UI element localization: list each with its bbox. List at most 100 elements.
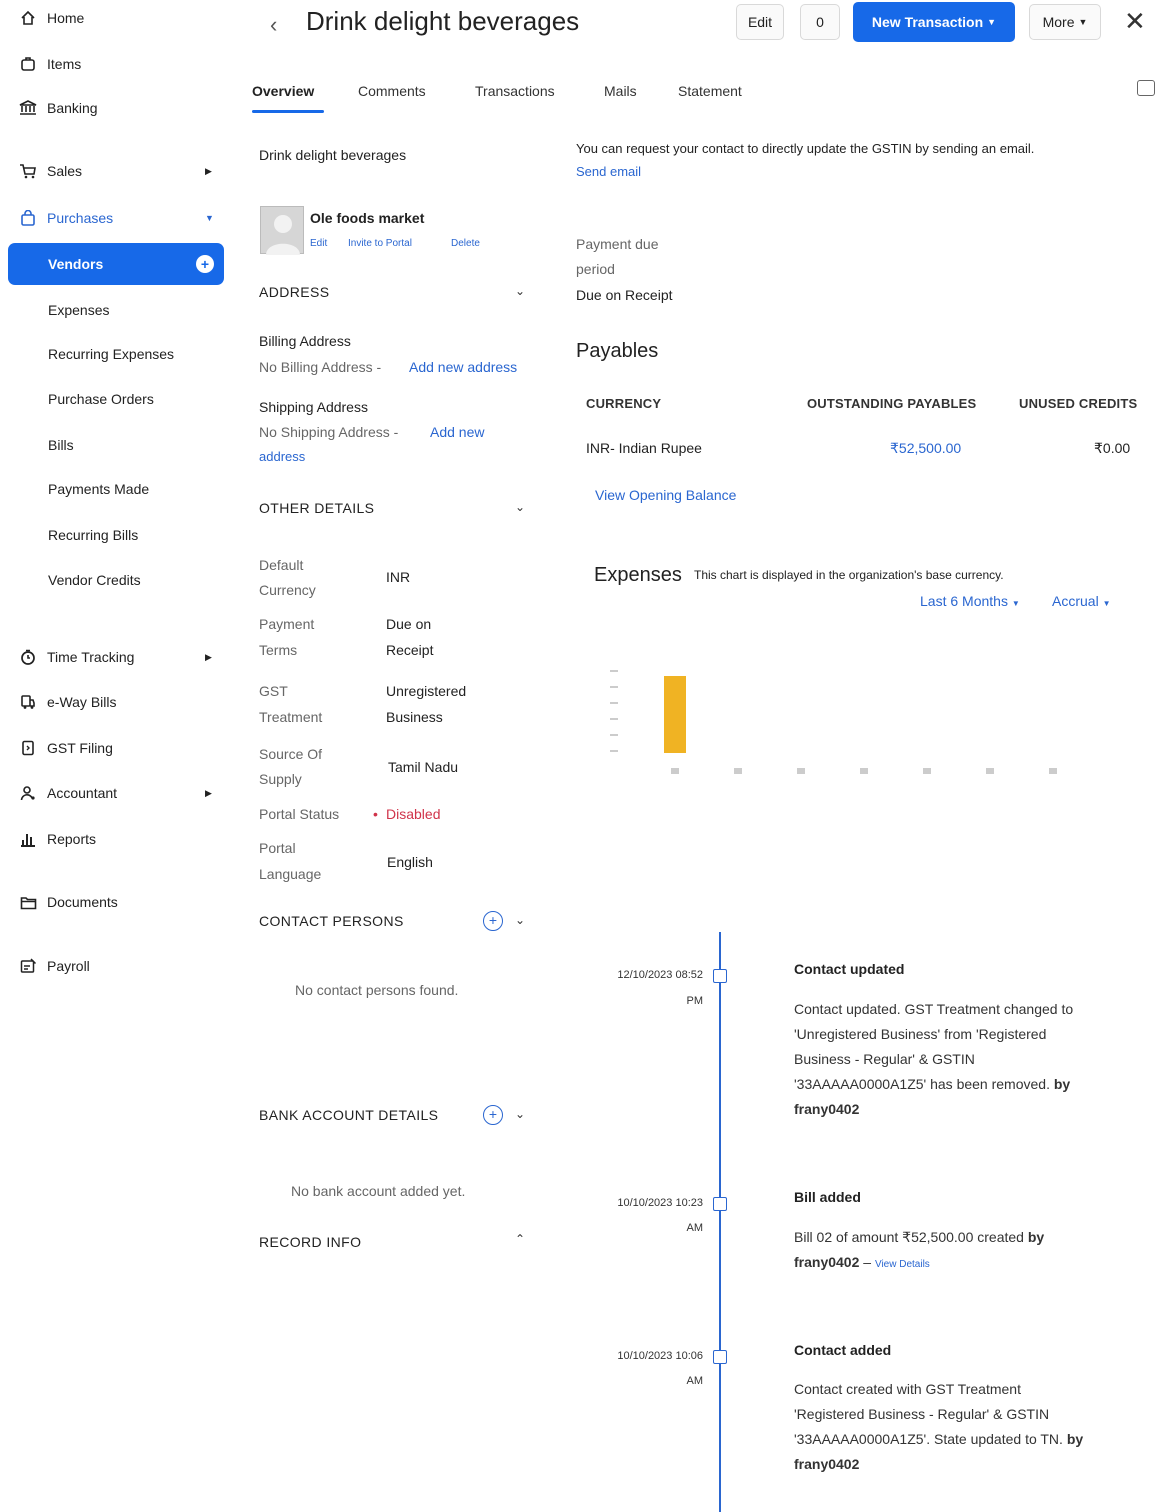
contact-name: Ole foods market: [310, 210, 425, 226]
caret-down-icon: ▼: [1102, 599, 1111, 608]
invite-to-portal-link[interactable]: Invite to Portal: [348, 238, 412, 249]
sidebar-item-reports[interactable]: Reports: [0, 824, 232, 854]
sidebar-item-purchases[interactable]: Purchases ▼: [0, 203, 232, 233]
shipping-address-empty: No Shipping Address -: [259, 424, 399, 440]
portal-status-badge: Disabled: [386, 806, 441, 822]
bag-icon: [18, 208, 38, 228]
timeline-event-icon: [713, 969, 727, 983]
add-shipping-address-link[interactable]: Add new: [430, 424, 484, 440]
tab-overview[interactable]: Overview: [252, 83, 314, 99]
record-info-heading: RECORD INFO: [259, 1234, 362, 1250]
home-icon: [18, 8, 38, 28]
timeline-body: Bill 02 of amount ₹52,500.00 created by …: [794, 1229, 1045, 1270]
chevron-down-icon[interactable]: ⌄: [515, 913, 525, 927]
sidebar-item-accountant[interactable]: Accountant ▶: [0, 778, 232, 808]
timeline-line: [719, 932, 721, 1512]
contact-delete-link[interactable]: Delete: [451, 238, 480, 249]
outstanding-payables-link[interactable]: ₹52,500.00: [890, 440, 961, 457]
sidebar-item-vendors[interactable]: Vendors +: [8, 243, 224, 285]
comment-icon[interactable]: [1137, 80, 1155, 96]
expenses-chart: [610, 670, 1057, 774]
view-details-link[interactable]: View Details: [875, 1259, 930, 1270]
timeline-date: 12/10/2023 08:52: [617, 969, 703, 981]
chevron-up-icon[interactable]: ⌃: [515, 1232, 525, 1246]
sidebar-item-purchase-orders[interactable]: Purchase Orders: [0, 384, 232, 414]
payment-due-label: period: [576, 261, 615, 277]
bank-icon: [18, 98, 38, 118]
tab-mails[interactable]: Mails: [604, 83, 637, 99]
close-icon[interactable]: ✕: [1124, 6, 1146, 37]
sidebar-item-bills[interactable]: Bills: [0, 430, 232, 460]
gstin-notice: You can request your contact to directly…: [576, 141, 1035, 156]
basis-filter-dropdown[interactable]: Accrual ▼: [1052, 593, 1111, 609]
chart-bar[interactable]: [664, 676, 686, 753]
sidebar-item-payroll[interactable]: Payroll: [0, 951, 232, 981]
chevron-down-icon[interactable]: ⌄: [515, 1107, 525, 1121]
column-header-outstanding: OUTSTANDING PAYABLES: [807, 396, 977, 411]
expenses-note: This chart is displayed in the organizat…: [694, 568, 1004, 582]
caret-down-icon: ▼: [1078, 17, 1088, 27]
back-icon[interactable]: ‹: [270, 12, 277, 38]
sidebar-item-recurring-expenses[interactable]: Recurring Expenses: [0, 339, 232, 369]
send-email-link[interactable]: Send email: [576, 164, 641, 179]
sidebar-item-label: Time Tracking: [47, 649, 135, 665]
timeline-event-icon: [713, 1197, 727, 1211]
chevron-down-icon[interactable]: ⌄: [515, 284, 525, 298]
edit-button[interactable]: Edit: [736, 4, 784, 40]
payroll-icon: [18, 956, 38, 976]
sidebar-item-time-tracking[interactable]: Time Tracking ▶: [0, 642, 232, 672]
sidebar: Home Items Banking Sales ▶ Purchases ▼ V…: [0, 0, 232, 1512]
add-bank-account-icon[interactable]: +: [483, 1105, 503, 1125]
timeline-text: Contact updated. GST Treatment changed t…: [794, 1001, 1074, 1092]
payment-terms-value: Receipt: [386, 642, 434, 658]
contact-edit-link[interactable]: Edit: [310, 238, 327, 249]
sidebar-item-gst-filing[interactable]: GST Filing: [0, 733, 232, 763]
detail-label: Payment: [259, 616, 315, 632]
sidebar-item-expenses[interactable]: Expenses: [0, 295, 232, 325]
sidebar-item-payments-made[interactable]: Payments Made: [0, 474, 232, 504]
bank-account-heading: BANK ACCOUNT DETAILS: [259, 1107, 439, 1123]
sidebar-item-banking[interactable]: Banking: [0, 93, 232, 123]
add-billing-address-link[interactable]: Add new address: [409, 359, 517, 375]
sidebar-item-vendor-credits[interactable]: Vendor Credits: [0, 565, 232, 595]
tab-transactions[interactable]: Transactions: [475, 83, 555, 99]
caret-right-icon: ▶: [205, 165, 212, 176]
person-silhouette-icon: [266, 215, 300, 255]
add-contact-person-icon[interactable]: +: [483, 911, 503, 931]
other-details-heading: OTHER DETAILS: [259, 500, 375, 516]
detail-label: Language: [259, 866, 322, 882]
add-shipping-address-link-wrap[interactable]: address: [259, 449, 305, 464]
attachments-button[interactable]: 0: [800, 4, 840, 40]
sidebar-item-recurring-bills[interactable]: Recurring Bills: [0, 520, 232, 550]
sidebar-item-label: Payroll: [47, 958, 90, 974]
payables-heading: Payables: [576, 340, 659, 362]
payables-currency: INR- Indian Rupee: [586, 440, 702, 456]
sidebar-item-sales[interactable]: Sales ▶: [0, 156, 232, 186]
sidebar-item-label: Payments Made: [48, 481, 150, 497]
add-vendor-icon[interactable]: +: [196, 255, 214, 273]
page-title: Drink delight beverages: [306, 6, 580, 36]
payment-terms-value: Due on: [386, 616, 432, 632]
timeline-title: Bill added: [794, 1189, 861, 1205]
period-filter-dropdown[interactable]: Last 6 Months ▼: [920, 593, 1020, 609]
default-currency-value: INR: [386, 569, 411, 585]
new-transaction-button[interactable]: New Transaction ▼: [853, 2, 1015, 42]
sidebar-item-label: Vendors: [48, 256, 104, 272]
timeline-title: Contact added: [794, 1342, 892, 1358]
sidebar-item-documents[interactable]: Documents: [0, 887, 232, 917]
tab-comments[interactable]: Comments: [358, 83, 426, 99]
sidebar-item-eway-bills[interactable]: e-Way Bills: [0, 687, 232, 717]
bank-account-empty: No bank account added yet.: [291, 1183, 466, 1199]
detail-label: Default: [259, 557, 304, 573]
sidebar-item-home[interactable]: Home: [0, 3, 232, 33]
caret-down-icon: ▼: [1011, 599, 1020, 608]
view-opening-balance-link[interactable]: View Opening Balance: [595, 487, 736, 503]
more-button[interactable]: More ▼: [1029, 4, 1101, 40]
sidebar-item-label: Sales: [47, 163, 83, 179]
chevron-down-icon[interactable]: ⌄: [515, 500, 525, 514]
timeline-time: PM: [686, 995, 704, 1007]
sidebar-item-items[interactable]: Items: [0, 49, 232, 79]
tab-statement[interactable]: Statement: [678, 83, 742, 99]
sidebar-item-label: GST Filing: [47, 740, 113, 756]
person-icon: [18, 783, 38, 803]
